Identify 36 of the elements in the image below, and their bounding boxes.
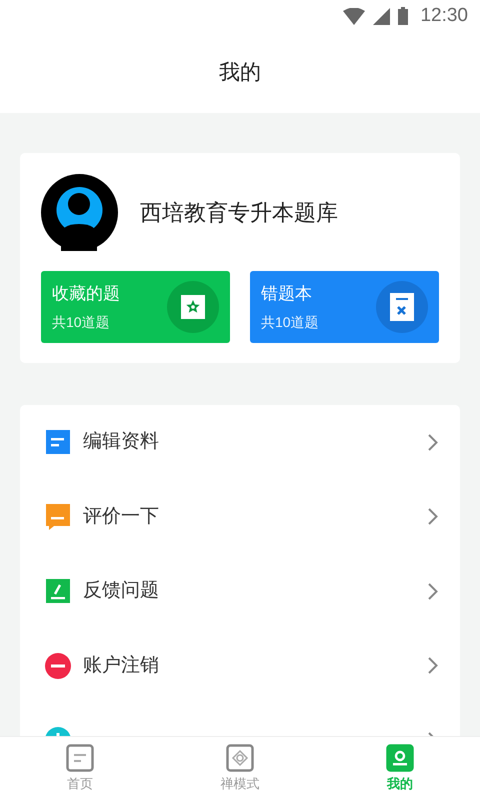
- target-icon: [226, 744, 254, 772]
- status-time: 12:30: [420, 4, 468, 28]
- menu-item[interactable]: 编辑资料: [20, 405, 460, 480]
- menu-item[interactable]: 评价一下: [20, 480, 460, 554]
- tab[interactable]: 我的: [320, 737, 480, 800]
- pencil-icon: [46, 579, 70, 604]
- comment-icon: [46, 504, 70, 530]
- menu-label: 评价一下: [83, 506, 159, 526]
- question-count: 共10道题: [52, 313, 111, 332]
- profile-name: 西培教育专升本题库: [140, 199, 338, 227]
- x-document-icon: [390, 293, 414, 321]
- menu-label: 反馈问题: [83, 580, 159, 601]
- tab[interactable]: 首页: [0, 737, 160, 800]
- user-icon: [386, 744, 414, 772]
- battery-icon: [398, 7, 408, 25]
- chevron-right-icon: [428, 434, 438, 451]
- favorites-card[interactable]: 收藏的题 共10道题: [41, 271, 230, 343]
- document-icon: [66, 744, 94, 772]
- menu-label: 编辑资料: [83, 431, 159, 452]
- document-icon: [46, 430, 70, 454]
- card-title: 收藏的题: [52, 282, 120, 305]
- chevron-right-icon: [428, 582, 438, 600]
- minus-circle-icon: [45, 652, 71, 679]
- chevron-right-icon: [428, 657, 438, 674]
- menu-label: 账户注销: [83, 654, 159, 676]
- tab[interactable]: 禅模式: [160, 737, 320, 800]
- menu-item[interactable]: 账户注销: [20, 628, 460, 703]
- mistakes-card[interactable]: 错题本 共10道题: [250, 271, 439, 343]
- signal-icon: [373, 8, 390, 24]
- menu-item[interactable]: 反馈问题: [20, 554, 460, 628]
- question-count: 共10道题: [261, 313, 319, 332]
- chevron-right-icon: [428, 508, 438, 526]
- wifi-icon: [343, 8, 366, 24]
- page-title: 我的: [219, 60, 261, 86]
- avatar-icon: [41, 174, 118, 251]
- card-title: 错题本: [261, 282, 313, 305]
